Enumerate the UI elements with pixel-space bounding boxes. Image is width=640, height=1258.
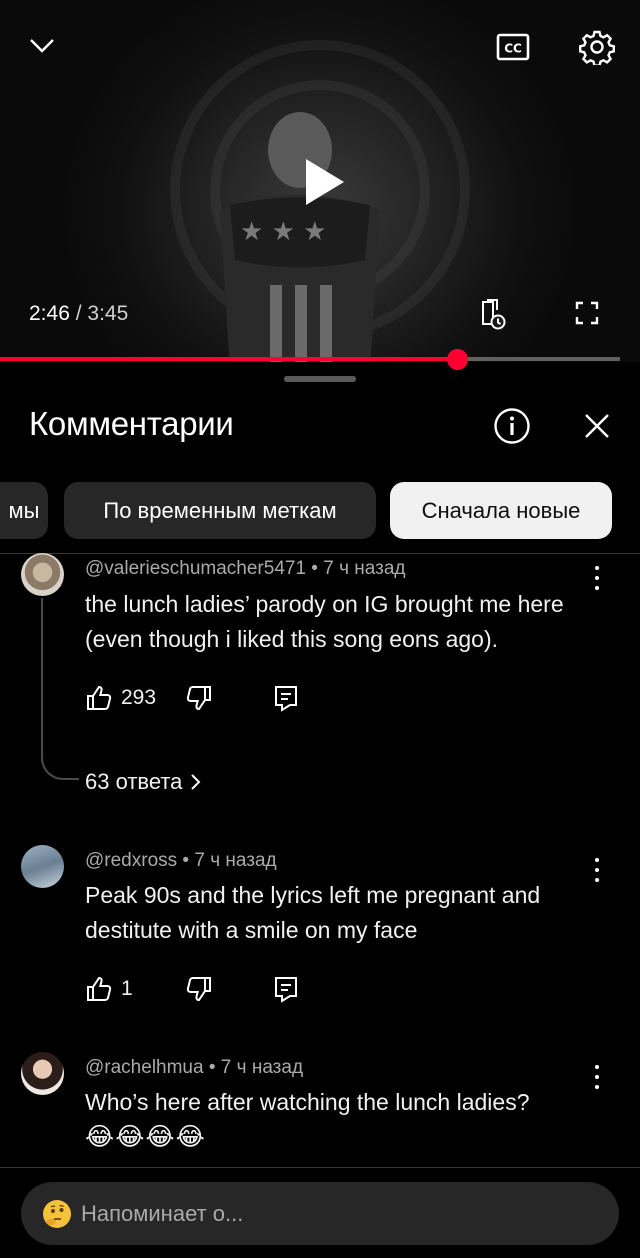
comment-time: 7 ч назад — [323, 558, 406, 579]
thumbs-up-icon — [87, 976, 112, 1001]
time-separator: / — [69, 302, 88, 325]
cc-icon[interactable]: CC — [495, 30, 531, 64]
gear-icon[interactable] — [578, 28, 616, 66]
meta-separator: • — [306, 558, 324, 579]
comment-author[interactable]: @rachelhmua — [85, 1057, 204, 1078]
thinking-face-icon — [43, 1199, 71, 1228]
divider — [0, 1167, 640, 1168]
thumbs-down-icon — [186, 977, 211, 1002]
thumbs-up-icon — [87, 685, 112, 710]
reply-button[interactable] — [273, 972, 299, 1006]
comment-actions: 1 — [85, 972, 385, 1006]
dislike-button[interactable] — [185, 681, 213, 715]
comment-meta: @rachelhmua • 7 ч назад — [85, 1057, 303, 1079]
comment-author[interactable]: @redxross — [85, 850, 177, 871]
comment-meta: @redxross • 7 ч назад — [85, 850, 277, 872]
avatar[interactable] — [21, 1052, 64, 1095]
like-count: 293 — [121, 686, 157, 709]
video-frame-figure: ★ ★ ★ — [220, 112, 380, 362]
comment-emoji: 😂😂😂😂 — [85, 1122, 206, 1151]
save-to-playlist-icon[interactable] — [478, 298, 508, 330]
chip-popular[interactable]: мы — [0, 482, 48, 539]
chevron-down-icon[interactable] — [26, 30, 58, 62]
progress-bar[interactable] — [0, 349, 620, 370]
comment-input[interactable]: Напоминает о... — [21, 1182, 619, 1245]
thread-line — [41, 598, 79, 780]
chip-newest[interactable]: Сначала новые — [390, 482, 612, 539]
sort-chips: мы По временным меткам Сначала новые — [0, 482, 640, 540]
current-time: 2:46 — [29, 302, 70, 325]
progress-fill — [0, 357, 458, 361]
reply-icon — [275, 977, 297, 1003]
like-button[interactable]: 293 — [85, 681, 156, 715]
comment-item: @redxross • 7 ч назад Peak 90s and the l… — [0, 845, 640, 1015]
view-replies-button[interactable]: 63 ответа — [85, 769, 202, 795]
input-placeholder: Напоминает о... — [81, 1200, 244, 1226]
chip-label: По временным меткам — [103, 497, 337, 523]
chip-label: мы — [8, 497, 40, 523]
comment-author[interactable]: @valerieschumacher5471 — [85, 558, 306, 579]
avatar[interactable] — [21, 845, 64, 888]
comment-text: the lunch ladies’ parody on IG brought m… — [85, 591, 564, 652]
reply-button[interactable] — [273, 681, 299, 715]
svg-text:★ ★ ★: ★ ★ ★ — [240, 217, 326, 247]
comment-item: @rachelhmua • 7 ч назад Who’s here after… — [0, 1052, 640, 1162]
meta-separator: • — [203, 1057, 221, 1078]
replies-count: 63 ответа — [85, 769, 183, 794]
comment-text: Peak 90s and the lyrics left me pregnant… — [85, 882, 541, 943]
dislike-button[interactable] — [185, 972, 213, 1006]
comment-time: 7 ч назад — [194, 850, 277, 871]
thumbs-down-icon — [186, 686, 211, 711]
comment-item: @valerieschumacher5471 • 7 ч назад the l… — [0, 553, 640, 823]
comment-meta: @valerieschumacher5471 • 7 ч назад — [85, 558, 405, 580]
drag-handle[interactable] — [284, 376, 356, 382]
meta-separator: • — [177, 850, 195, 871]
play-icon[interactable] — [300, 155, 350, 209]
progress-scrubber[interactable] — [447, 349, 469, 370]
playback-time: 2:46 / 3:45 — [29, 302, 128, 326]
reply-icon — [275, 686, 297, 712]
info-icon[interactable] — [492, 406, 532, 446]
close-icon[interactable] — [581, 410, 613, 442]
svg-text:CC: CC — [504, 42, 522, 56]
like-button[interactable]: 1 — [85, 972, 133, 1006]
comment-text: Who’s here after watching the lunch ladi… — [85, 1089, 530, 1115]
like-count: 1 — [121, 977, 133, 1000]
avatar[interactable] — [21, 553, 64, 596]
panel-title: Комментарии — [29, 405, 234, 442]
chevron-right-icon — [191, 774, 201, 790]
comment-actions: 293 — [85, 681, 385, 715]
comment-time: 7 ч назад — [220, 1057, 304, 1078]
fullscreen-icon[interactable] — [574, 300, 600, 326]
chip-by-timestamps[interactable]: По временным меткам — [64, 482, 376, 539]
duration: 3:45 — [87, 302, 129, 325]
chip-label: Сначала новые — [421, 497, 581, 523]
video-player[interactable]: ★ ★ ★ CC 2:46 / 3:45 — [0, 0, 640, 362]
